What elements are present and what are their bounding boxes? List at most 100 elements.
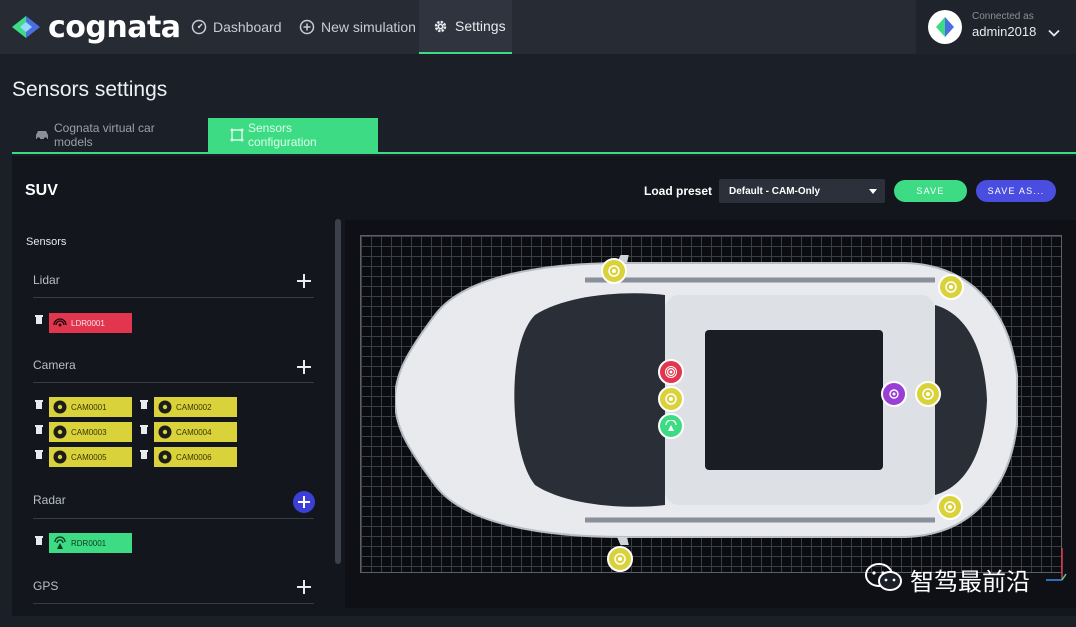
camera-marker[interactable] — [937, 494, 963, 520]
dashboard-icon — [191, 19, 207, 35]
add-lidar-button[interactable] — [296, 273, 312, 289]
nav-new-simulation[interactable]: New simulation — [299, 0, 416, 54]
section-radar-title: Radar — [33, 493, 66, 507]
divider — [33, 603, 314, 604]
preset-select[interactable]: Default - CAM-Only — [719, 179, 885, 203]
camera-marker[interactable] — [915, 381, 941, 407]
camera-aperture-icon — [158, 425, 172, 439]
sensor-chip-label: CAM0005 — [71, 452, 107, 462]
settings-tabs: Cognata virtual car models Sensors confi… — [12, 118, 1076, 154]
nav-settings-label: Settings — [455, 18, 506, 34]
lidar-icon — [665, 366, 677, 378]
sensor-chip-cam0001[interactable]: CAM0001 — [49, 397, 132, 417]
add-radar-button[interactable] — [293, 491, 315, 513]
sidebar-scrollbar[interactable] — [335, 219, 341, 564]
sensor-chip-cam0002[interactable]: CAM0002 — [154, 397, 237, 417]
camera-aperture-icon — [922, 388, 934, 400]
camera-aperture-icon — [53, 425, 67, 439]
sensor-chip-label: RDR0001 — [71, 538, 107, 548]
trash-icon[interactable] — [35, 425, 43, 434]
trash-icon[interactable] — [35, 315, 43, 324]
connected-as-label: Connected as — [972, 11, 1034, 22]
trash-icon[interactable] — [140, 450, 148, 459]
section-lidar-title: Lidar — [33, 273, 60, 287]
crosshair-icon — [889, 389, 899, 399]
camera-aperture-icon — [158, 400, 172, 414]
camera-marker[interactable] — [658, 386, 684, 412]
save-button[interactable]: SAVE — [894, 180, 967, 202]
divider — [33, 382, 314, 383]
axis-gizmo-icon — [1046, 548, 1067, 581]
avatar — [928, 10, 962, 44]
wechat-icon — [865, 563, 902, 591]
caret-down-icon — [869, 189, 877, 194]
camera-aperture-icon — [53, 400, 67, 414]
username: admin2018 — [972, 24, 1037, 39]
sensor-chip-cam0006[interactable]: CAM0006 — [154, 447, 237, 467]
vehicle-name: SUV — [25, 182, 58, 199]
brand-logo[interactable]: cognata — [12, 8, 181, 46]
radar-antenna-icon — [665, 420, 677, 431]
sensor-chip-rdr0001[interactable]: RDR0001 — [49, 533, 132, 553]
camera-aperture-icon — [158, 450, 172, 464]
sensors-heading: Sensors — [26, 236, 67, 248]
camera-marker[interactable] — [607, 546, 633, 572]
save-as-button[interactable]: SAVE AS... — [976, 180, 1056, 202]
sensor-chip-cam0005[interactable]: CAM0005 — [49, 447, 132, 467]
sensor-chip-label: CAM0004 — [176, 427, 212, 437]
sensor-chip-label: CAM0006 — [176, 452, 212, 462]
tab-sensors-configuration-label: Sensors configuration — [248, 121, 317, 149]
camera-marker[interactable] — [601, 258, 627, 284]
brand-name: cognata — [48, 9, 181, 45]
camera-aperture-icon — [614, 553, 626, 565]
user-menu[interactable]: Connected as admin2018 — [916, 0, 1076, 54]
top-bar: cognata Dashboard New simulation Setting… — [0, 0, 1076, 54]
camera-aperture-icon — [53, 450, 67, 464]
sensor-frame-icon — [230, 128, 244, 142]
camera-aperture-icon — [944, 501, 956, 513]
nav-new-simulation-label: New simulation — [321, 19, 416, 35]
tab-car-models-label: Cognata virtual car models — [54, 121, 155, 149]
trash-icon[interactable] — [35, 400, 43, 409]
trash-icon[interactable] — [35, 536, 43, 545]
plus-circle-icon — [299, 19, 315, 35]
section-gps-title: GPS — [33, 579, 59, 593]
page-title: Sensors settings — [12, 78, 168, 101]
trash-icon[interactable] — [140, 425, 148, 434]
nav-dashboard-label: Dashboard — [213, 19, 282, 35]
gps-marker[interactable] — [881, 381, 907, 407]
trash-icon[interactable] — [140, 400, 148, 409]
divider — [33, 297, 314, 298]
sensor-chip-cam0003[interactable]: CAM0003 — [49, 422, 132, 442]
nav-settings[interactable]: Settings — [419, 0, 512, 54]
camera-aperture-icon — [608, 265, 620, 277]
sensor-chip-cam0004[interactable]: CAM0004 — [154, 422, 237, 442]
radar-marker[interactable] — [658, 413, 684, 439]
sensor-chip-label: CAM0001 — [71, 402, 107, 412]
lidar-marker[interactable] — [658, 359, 684, 385]
cognata-logo-icon — [12, 16, 40, 38]
watermark-text: 智驾最前沿 — [910, 567, 1030, 596]
lidar-icon — [53, 316, 67, 330]
trash-icon[interactable] — [35, 450, 43, 459]
chevron-down-icon[interactable] — [1048, 24, 1060, 42]
camera-aperture-icon — [945, 281, 957, 293]
radar-antenna-icon — [53, 536, 67, 550]
sensor-chip-ldr0001[interactable]: LDR0001 — [49, 313, 132, 333]
gear-icon — [432, 18, 449, 35]
add-gps-button[interactable] — [296, 579, 312, 595]
tab-car-models[interactable]: Cognata virtual car models — [12, 118, 208, 152]
sensor-chip-label: CAM0002 — [176, 402, 212, 412]
sensor-chip-label: CAM0003 — [71, 427, 107, 437]
load-preset-label: Load preset — [644, 184, 713, 198]
camera-aperture-icon — [665, 393, 677, 405]
section-camera-title: Camera — [33, 358, 76, 372]
nav-dashboard[interactable]: Dashboard — [191, 0, 282, 54]
add-camera-button[interactable] — [296, 359, 312, 375]
preset-select-value: Default - CAM-Only — [729, 185, 821, 197]
sensor-chip-label: LDR0001 — [71, 318, 105, 328]
car-icon — [34, 129, 50, 141]
tab-sensors-configuration[interactable]: Sensors configuration — [208, 118, 378, 152]
divider — [33, 518, 314, 519]
camera-marker[interactable] — [938, 274, 964, 300]
